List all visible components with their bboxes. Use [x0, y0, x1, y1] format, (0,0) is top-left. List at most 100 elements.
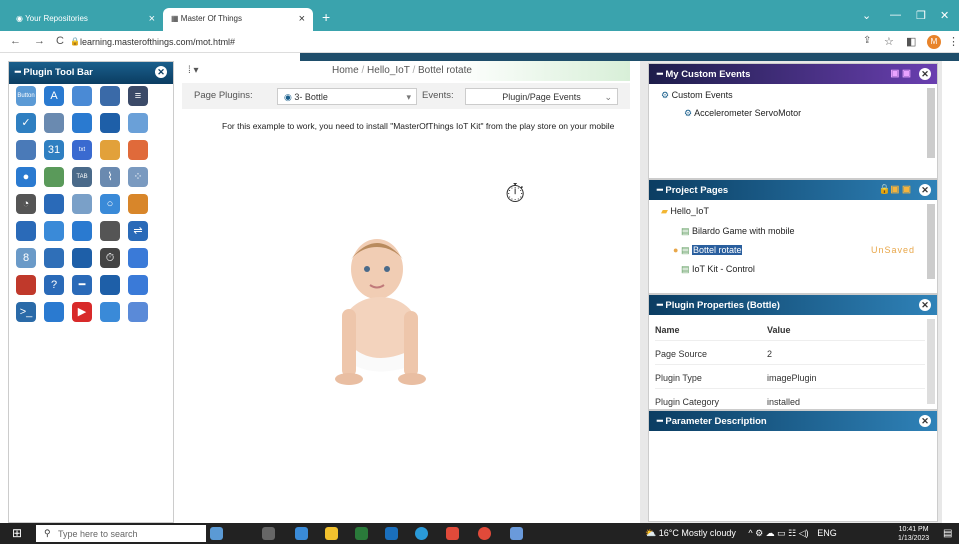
- close-tab-icon[interactable]: ×: [299, 13, 305, 25]
- calendar-icon[interactable]: 31: [44, 140, 64, 160]
- wheel-icon[interactable]: [128, 140, 148, 160]
- robot-icon[interactable]: [128, 275, 148, 295]
- breadcrumb-home[interactable]: Home: [332, 65, 359, 76]
- cloud-upload-icon[interactable]: [44, 302, 64, 322]
- file-explorer-icon[interactable]: [325, 527, 338, 540]
- sidebar-icon[interactable]: ◧: [906, 35, 916, 48]
- chat-icon[interactable]: txt: [72, 140, 92, 160]
- pin-icon[interactable]: ●: [16, 167, 36, 187]
- mail-icon[interactable]: [385, 527, 398, 540]
- property-value[interactable]: 2: [767, 349, 772, 359]
- custom-event-item[interactable]: ⚙ Accelerometer ServoMotor: [684, 108, 801, 119]
- help-icon[interactable]: ?: [44, 275, 64, 295]
- forward-icon[interactable]: →: [34, 35, 45, 47]
- button-icon[interactable]: Button: [16, 86, 36, 106]
- notifications-icon[interactable]: ▤: [943, 528, 952, 539]
- color-picker-icon[interactable]: [100, 140, 120, 160]
- taskbar-search-input[interactable]: ⚲ Type here to search: [36, 525, 206, 542]
- gauge-icon[interactable]: [16, 221, 36, 241]
- store-icon[interactable]: [355, 527, 368, 540]
- switch-icon[interactable]: ━: [72, 275, 92, 295]
- meter-icon[interactable]: [72, 248, 92, 268]
- text-icon[interactable]: A: [44, 86, 64, 106]
- close-icon[interactable]: ✕: [919, 184, 931, 196]
- new-tab-button[interactable]: +: [322, 9, 330, 25]
- form-icon[interactable]: TAB: [72, 167, 92, 187]
- bar-gauge-icon[interactable]: [44, 194, 64, 214]
- property-value[interactable]: installed: [767, 397, 800, 407]
- page-menu-button[interactable]: ⁞ ▾: [188, 65, 199, 76]
- page-item[interactable]: ▤ IoT Kit - Control: [681, 264, 755, 275]
- dial-icon[interactable]: [44, 248, 64, 268]
- page-item-selected[interactable]: ● ▤ Bottel rotate: [673, 245, 743, 256]
- vscode-icon[interactable]: [295, 527, 308, 540]
- stopwatch-icon[interactable]: ⏱: [505, 178, 525, 210]
- digit-icon[interactable]: 8: [16, 248, 36, 268]
- close-icon[interactable]: ✕: [155, 66, 167, 78]
- close-tab-icon[interactable]: ×: [149, 13, 155, 25]
- scrollbar[interactable]: [927, 319, 935, 404]
- table-row[interactable]: Page Source 2: [655, 341, 925, 365]
- share-icon[interactable]: ⇪: [863, 35, 871, 46]
- weather-text[interactable]: 16°C Mostly cloudy: [659, 528, 736, 538]
- close-icon[interactable]: ✕: [919, 299, 931, 311]
- tab-search-icon[interactable]: ⌄: [862, 9, 871, 22]
- list-icon[interactable]: ≡: [128, 86, 148, 106]
- table-row[interactable]: Plugin Type imagePlugin: [655, 365, 925, 389]
- cube-icon[interactable]: [72, 194, 92, 214]
- pie-chart-icon[interactable]: ◔: [16, 194, 36, 214]
- task-view-icon[interactable]: [262, 527, 275, 540]
- minimize-button[interactable]: —: [890, 9, 901, 21]
- profile-avatar[interactable]: M: [927, 35, 941, 49]
- tab-master-of-things[interactable]: ▦ Master Of Things ×: [163, 8, 313, 31]
- terminal-icon[interactable]: >_: [16, 302, 36, 322]
- stopwatch-icon[interactable]: ⏱: [100, 248, 120, 268]
- star-icon[interactable]: ☆: [884, 35, 894, 48]
- close-window-button[interactable]: ✕: [940, 9, 949, 22]
- close-icon[interactable]: ✕: [919, 68, 931, 80]
- calendar-grid-icon[interactable]: [128, 302, 148, 322]
- property-value[interactable]: imagePlugin: [767, 373, 817, 383]
- circle-icon[interactable]: ○: [100, 194, 120, 214]
- car-icon[interactable]: [16, 275, 36, 295]
- lock-save-icons[interactable]: 🔒▣ ▣: [879, 184, 911, 195]
- back-icon[interactable]: ←: [10, 35, 21, 47]
- slider-icon[interactable]: ⇌: [128, 221, 148, 241]
- widgets-icon[interactable]: [210, 527, 223, 540]
- bottle-icon[interactable]: [100, 275, 120, 295]
- menu-icon[interactable]: [100, 113, 120, 133]
- url-field[interactable]: learning.masterofthings.com/mot.html#: [80, 37, 235, 47]
- page-plugins-select[interactable]: ◉ 3- Bottle ▾: [277, 88, 417, 105]
- dropdown-icon[interactable]: [72, 113, 92, 133]
- input-icon[interactable]: [72, 86, 92, 106]
- tray-icons[interactable]: ^ ⚙ ☁ ▭ ☷ ◁): [748, 528, 808, 538]
- play-icon[interactable]: ▶: [72, 302, 92, 322]
- checkbox-icon[interactable]: ✓: [16, 113, 36, 133]
- app-icon[interactable]: [510, 527, 523, 540]
- scrollbar[interactable]: [927, 88, 935, 158]
- timer-icon[interactable]: [100, 221, 120, 241]
- line-icon[interactable]: [44, 221, 64, 241]
- panel-icon[interactable]: [44, 113, 64, 133]
- project-folder[interactable]: ▰ Hello_IoT: [661, 206, 709, 217]
- scatter-icon[interactable]: ⁘: [128, 167, 148, 187]
- windows-start-icon[interactable]: ⊞: [12, 526, 22, 540]
- language-indicator[interactable]: ENG: [817, 528, 837, 538]
- reload-icon[interactable]: C: [56, 35, 64, 47]
- breadcrumb-project[interactable]: Hello_IoT: [367, 65, 410, 76]
- edge-icon[interactable]: [415, 527, 428, 540]
- image-icon[interactable]: [72, 221, 92, 241]
- tab-your-repositories[interactable]: ◉ Your Repositories ×: [8, 8, 163, 31]
- events-select[interactable]: Plugin/Page Events ⌄: [465, 88, 618, 105]
- menu-icon[interactable]: ⋮: [948, 35, 959, 48]
- office-icon[interactable]: [446, 527, 459, 540]
- taskbar-clock[interactable]: 10:41 PM 1/13/2023: [898, 525, 929, 543]
- wave-icon[interactable]: [128, 248, 148, 268]
- search-image-icon[interactable]: [44, 167, 64, 187]
- save-icons[interactable]: ▣ ▣: [890, 68, 911, 79]
- baby-image[interactable]: [322, 229, 437, 394]
- close-icon[interactable]: ✕: [919, 415, 931, 427]
- line-chart-icon[interactable]: ⌇: [100, 167, 120, 187]
- custom-events-root[interactable]: ⚙ Custom Events: [661, 90, 733, 101]
- globe-icon[interactable]: [128, 194, 148, 214]
